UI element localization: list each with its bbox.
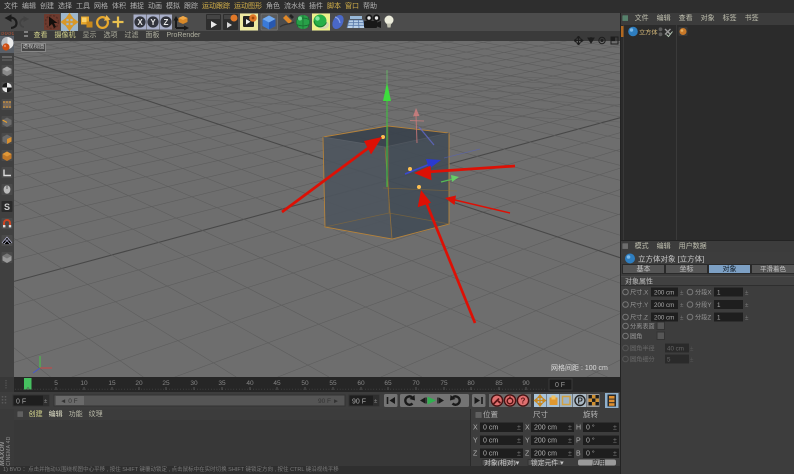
svg-text:0 F: 0 F [555, 382, 565, 389]
svg-text:圆角: 圆角 [630, 333, 642, 341]
svg-text:S: S [4, 202, 10, 212]
svg-text:±: ± [568, 451, 572, 458]
svg-text:▦: ▦ [475, 410, 482, 419]
svg-text:±: ± [690, 346, 694, 353]
svg-text:旋转: 旋转 [583, 409, 598, 419]
svg-text:0 °: 0 ° [586, 437, 595, 445]
svg-text:30: 30 [190, 380, 198, 387]
svg-text:±: ± [745, 290, 749, 297]
svg-text:对象(相对)▾: 对象(相对)▾ [484, 458, 520, 466]
svg-text:B: B [576, 451, 581, 458]
svg-text:0 F: 0 F [16, 399, 26, 406]
svg-text:Z: Z [525, 451, 530, 458]
svg-text:H: H [576, 425, 581, 432]
svg-text:70: 70 [412, 380, 420, 387]
svg-text:ひひひひ: ひひひひ [1, 31, 14, 36]
svg-text:分段Z: 分段Z [695, 314, 711, 322]
svg-text:±: ± [690, 357, 694, 364]
svg-text:Y: Y [150, 18, 156, 27]
svg-text:尺寸.Z: 尺寸.Z [630, 314, 648, 322]
svg-text:40: 40 [246, 380, 254, 387]
svg-text:200 cm: 200 cm [654, 315, 674, 322]
svg-text:90: 90 [522, 380, 530, 387]
svg-text:80: 80 [467, 380, 475, 387]
svg-text:锁定元件 ▾: 锁定元件 ▾ [531, 458, 564, 466]
svg-text:10: 10 [80, 380, 88, 387]
svg-text:1: 1 [717, 315, 721, 322]
svg-text:60: 60 [357, 380, 365, 387]
svg-text:200 cm: 200 cm [534, 425, 557, 432]
svg-text:?: ? [521, 397, 526, 406]
svg-text:尺寸.X: 尺寸.X [630, 289, 648, 297]
svg-text:50: 50 [301, 380, 309, 387]
svg-text:分段Y: 分段Y [695, 301, 712, 309]
svg-text:0 cm: 0 cm [483, 438, 498, 445]
svg-text:200 cm: 200 cm [654, 290, 674, 297]
svg-text:20: 20 [135, 380, 143, 387]
svg-text:0 °: 0 ° [586, 450, 595, 458]
svg-text:200 cm: 200 cm [654, 302, 674, 309]
svg-text:5: 5 [54, 380, 58, 387]
svg-text:P: P [576, 438, 581, 445]
svg-text:±: ± [613, 451, 617, 458]
svg-text:P: P [578, 397, 584, 406]
svg-text:0 cm: 0 cm [483, 451, 498, 458]
svg-text:Z: Z [164, 18, 169, 27]
svg-text:X: X [473, 425, 478, 432]
svg-text:±: ± [680, 302, 684, 309]
svg-text:X: X [137, 18, 143, 27]
svg-text:0 cm: 0 cm [483, 425, 498, 432]
svg-text:Y: Y [525, 438, 530, 445]
svg-text:±: ± [517, 451, 521, 458]
svg-text:±: ± [517, 438, 521, 445]
svg-text:1: 1 [717, 290, 721, 297]
svg-text:位置: 位置 [483, 409, 498, 419]
svg-text:55: 55 [329, 380, 337, 387]
svg-text:35: 35 [218, 380, 226, 387]
svg-text:65: 65 [384, 380, 392, 387]
svg-text:0 °: 0 ° [586, 424, 595, 432]
svg-text:90 F ►: 90 F ► [318, 398, 339, 405]
svg-text:±: ± [517, 425, 521, 432]
svg-text:尺寸: 尺寸 [533, 409, 548, 419]
svg-text:±: ± [680, 315, 684, 322]
svg-text:立方体对象 [立方体]: 立方体对象 [立方体] [638, 254, 704, 264]
svg-text:±: ± [613, 425, 617, 432]
svg-text:15: 15 [108, 380, 116, 387]
svg-text:分段X: 分段X [695, 289, 712, 297]
svg-text:90 F: 90 F [352, 399, 366, 406]
svg-text:±: ± [745, 315, 749, 322]
svg-text:±: ± [568, 438, 572, 445]
svg-text:75: 75 [440, 380, 448, 387]
svg-text:圆角半径: 圆角半径 [630, 345, 655, 353]
svg-text:45: 45 [273, 380, 281, 387]
svg-text:Y: Y [473, 438, 478, 445]
svg-text:Z: Z [473, 451, 478, 458]
svg-text:85: 85 [495, 380, 503, 387]
svg-text:±: ± [568, 425, 572, 432]
svg-text:◄ 0 F: ◄ 0 F [60, 398, 78, 405]
svg-text:1: 1 [717, 302, 721, 309]
svg-text:分离表面: 分离表面 [630, 323, 655, 331]
svg-text:立方体: 立方体 [639, 28, 658, 36]
svg-text:40 cm: 40 cm [667, 346, 684, 353]
svg-text:应用: 应用 [592, 458, 606, 466]
svg-text:圆角细分: 圆角细分 [630, 356, 655, 364]
svg-text:±: ± [745, 302, 749, 309]
svg-text:±: ± [680, 290, 684, 297]
svg-text:±: ± [613, 438, 617, 445]
svg-text:200 cm: 200 cm [534, 438, 557, 445]
svg-text:尺寸.Y: 尺寸.Y [630, 301, 648, 309]
svg-text:X: X [525, 425, 530, 432]
svg-text:200 cm: 200 cm [534, 451, 557, 458]
svg-text:5: 5 [667, 357, 671, 364]
svg-text:对象属性: 对象属性 [625, 277, 653, 286]
svg-text:25: 25 [162, 380, 170, 387]
